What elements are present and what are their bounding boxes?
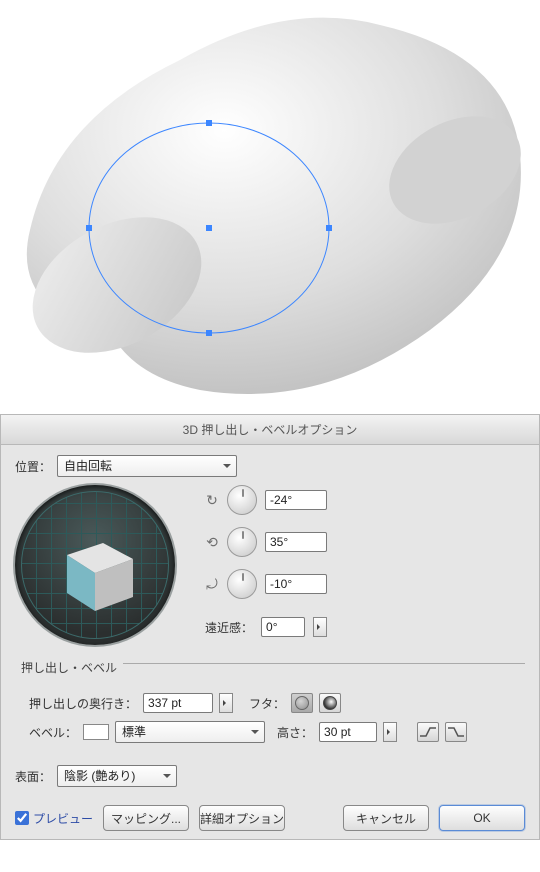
rotate-z-icon: ⤾ [205,577,219,591]
surface-select[interactable]: 陰影 (艶あり) [57,765,177,787]
position-label: 位置： [15,458,51,475]
ok-button[interactable]: OK [439,805,525,831]
cap-off-button[interactable] [319,693,341,713]
trackball-cube [45,515,145,615]
rotate-x-icon: ↻ [205,493,219,507]
rotate-y-dial[interactable] [227,527,257,557]
extrude-group-label: 押し出し・ベベル [15,659,123,676]
depth-input[interactable] [143,693,213,713]
perspective-stepper[interactable] [313,617,327,637]
more-options-button[interactable]: 詳細オプション [199,805,285,831]
preview-text: プレビュー [33,810,93,827]
cancel-button[interactable]: キャンセル [343,805,429,831]
dialog-title: 3D 押し出し・ベベルオプション [1,415,539,445]
preview-checkbox-label[interactable]: プレビュー [15,810,93,827]
position-select[interactable]: 自由回転 [57,455,237,477]
rotate-y-icon: ⟲ [205,535,219,549]
cap-label: フタ： [249,695,285,712]
perspective-input[interactable] [261,617,305,637]
bevel-height-stepper[interactable] [383,722,397,742]
cap-on-button[interactable] [291,693,313,713]
rotate-z-input[interactable] [265,574,327,594]
rotate-x-dial[interactable] [227,485,257,515]
bevel-height-input[interactable] [319,722,377,742]
perspective-label: 遠近感： [205,619,253,636]
depth-label: 押し出しの奥行き： [29,695,137,712]
artboard [0,0,540,414]
surface-label: 表面： [15,768,51,785]
bevel-preview-swatch [83,724,109,740]
rotate-z-dial[interactable] [227,569,257,599]
bevel-extent-out-button[interactable] [445,722,467,742]
rotate-y-input[interactable] [265,532,327,552]
depth-stepper[interactable] [219,693,233,713]
3d-extrude-bevel-dialog: 3D 押し出し・ベベルオプション 位置： 自由回転 ↻ [0,414,540,840]
map-art-button[interactable]: マッピング... [103,805,189,831]
preview-checkbox[interactable] [15,811,29,825]
rotate-x-input[interactable] [265,490,327,510]
rendered-3d-object [9,18,539,394]
bevel-label: ベベル： [29,724,77,741]
bevel-height-label: 高さ： [277,724,313,741]
rotation-trackball[interactable] [15,485,175,645]
bevel-select[interactable]: 標準 [115,721,265,743]
bevel-extent-in-button[interactable] [417,722,439,742]
